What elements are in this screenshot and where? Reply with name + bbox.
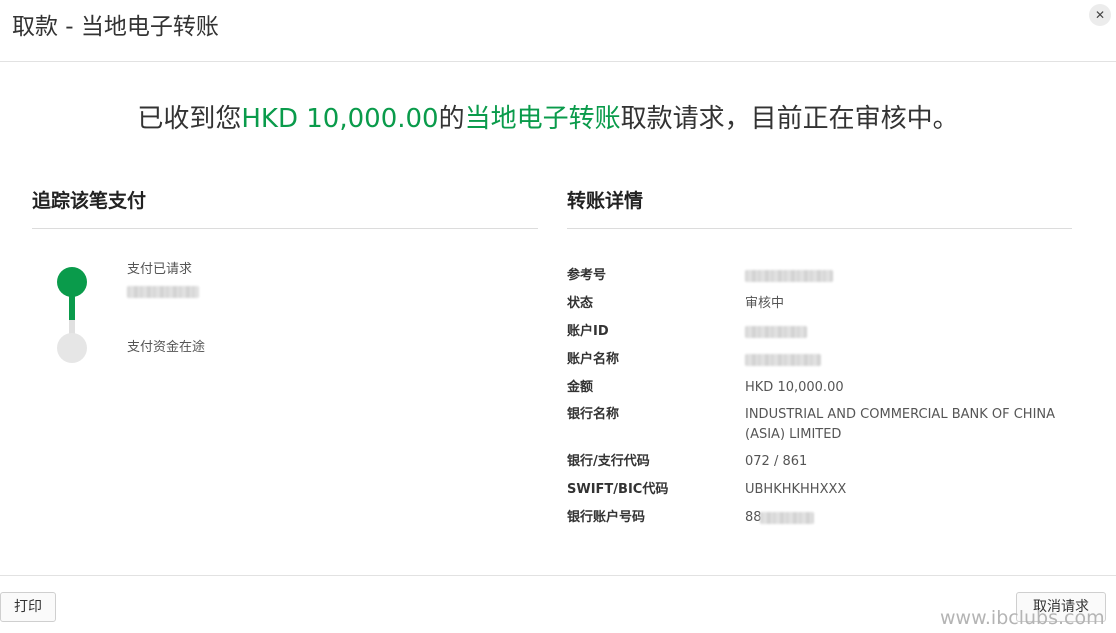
detail-label-bank-name: 银行名称	[567, 407, 620, 422]
status-message-method: 当地电子转账	[464, 104, 621, 134]
details-divider	[567, 228, 1072, 229]
step-label-in-transit: 支付资金在途	[127, 340, 206, 355]
step-label-requested: 支付已请求	[127, 262, 193, 277]
tracking-divider	[32, 228, 538, 229]
detail-label-branch-code: 银行/支行代码	[567, 454, 650, 469]
print-button[interactable]: 打印	[0, 592, 56, 622]
detail-label-status: 状态	[567, 296, 594, 311]
detail-value-swift: UBHKHKHHXXX	[745, 482, 847, 497]
detail-value-bank-name: INDUSTRIAL AND COMMERCIAL BANK OF CHINA …	[745, 407, 1056, 442]
detail-label-account-id: 账户ID	[567, 324, 609, 339]
watermark-text: www.ibclubs.com	[940, 607, 1105, 629]
dialog-header: 取款 - 当地电子转账 ✕	[0, 0, 1116, 62]
dialog-title: 取款 - 当地电子转账	[12, 14, 219, 40]
detail-label-account-name: 账户名称	[567, 352, 620, 367]
status-message: 已收到您HKD 10,000.00的当地电子转账取款请求，目前正在审核中。	[0, 100, 1096, 138]
status-message-suffix: 取款请求，目前正在审核中。	[620, 104, 959, 134]
status-message-amount: HKD 10,000.00	[241, 104, 439, 134]
detail-value-account-number-redacted	[760, 512, 814, 524]
detail-label-swift: SWIFT/BIC代码	[567, 482, 669, 497]
step-requested-date-redacted	[127, 286, 199, 298]
detail-value-account-id-redacted	[745, 326, 807, 338]
step-completed-icon	[57, 267, 87, 297]
details-section-title: 转账详情	[567, 190, 644, 212]
detail-value-branch-code: 072 / 861	[745, 454, 808, 469]
footer-divider	[0, 575, 1116, 576]
detail-value-reference-redacted	[745, 270, 833, 282]
step-pending-icon	[57, 333, 87, 363]
detail-label-amount: 金额	[567, 380, 594, 395]
detail-value-account-name-redacted	[745, 354, 821, 366]
status-message-prefix: 已收到您	[137, 104, 242, 134]
detail-label-reference: 参考号	[567, 268, 607, 283]
close-icon[interactable]: ✕	[1089, 4, 1111, 26]
status-message-middle: 的	[438, 104, 465, 134]
detail-value-status: 审核中	[745, 296, 785, 311]
detail-label-account-number: 银行账户号码	[567, 510, 646, 525]
detail-value-amount: HKD 10,000.00	[745, 380, 844, 395]
progress-line-completed	[69, 294, 75, 320]
tracking-section-title: 追踪该笔支付	[32, 190, 147, 212]
